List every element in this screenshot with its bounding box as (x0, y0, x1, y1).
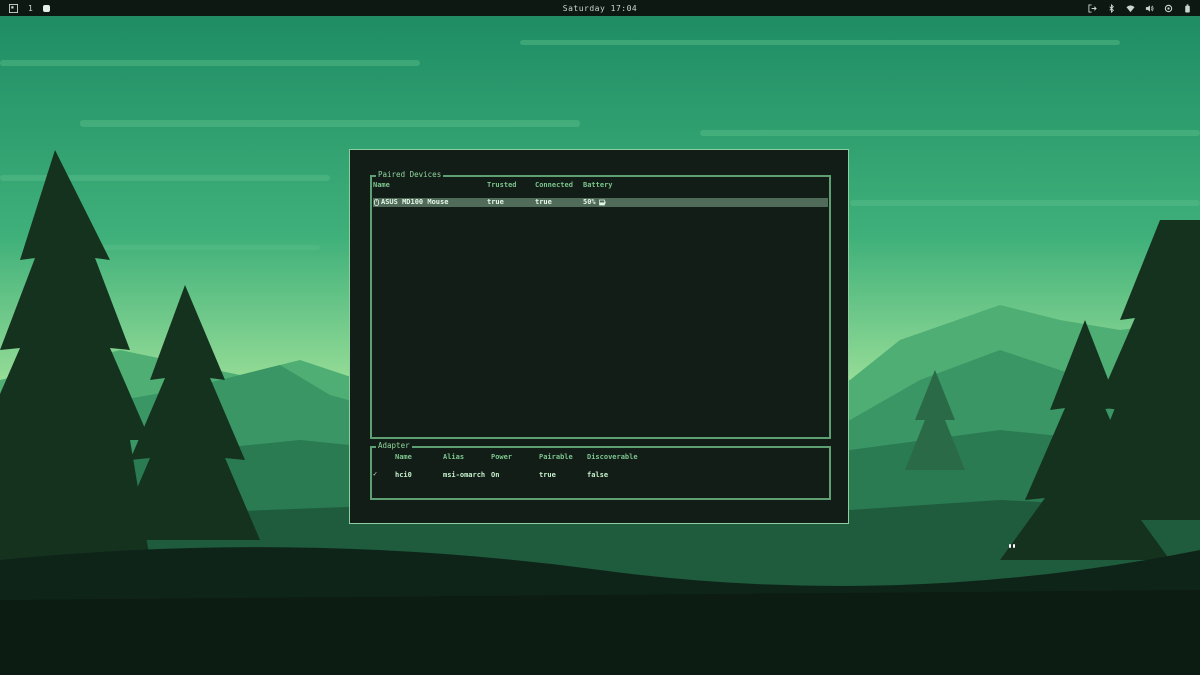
adapter-alias: msi-omarch (443, 471, 486, 479)
adapter-active-check: ✓ (373, 470, 378, 478)
adapter-header-discoverable: Discoverable (587, 453, 638, 461)
adapter-header-name: Name (395, 453, 412, 461)
adapter-discoverable: false (587, 471, 609, 479)
adapter-pairable: true (539, 471, 556, 479)
bluetooth-tui-window[interactable]: Paired Devices Name Trusted Connected Ba… (349, 149, 849, 524)
device-battery: 50% (583, 198, 596, 206)
device-connected: true (535, 198, 552, 206)
adapter-header-alias: Alias (443, 453, 465, 461)
workspace-number[interactable]: 1 (28, 4, 33, 13)
filled-square-icon[interactable] (42, 4, 50, 12)
adapter-title: Adapter (376, 441, 412, 451)
paired-devices-panel: Paired Devices Name Trusted Connected Ba… (370, 170, 831, 439)
logout-icon[interactable] (1087, 3, 1097, 13)
col-header-connected: Connected (535, 181, 573, 189)
paired-devices-title: Paired Devices (376, 170, 444, 180)
adapter-name[interactable]: hci0 (395, 471, 412, 480)
mouse-icon (374, 198, 379, 206)
clock[interactable]: Saturday 17:04 (563, 4, 637, 13)
grid-logo-icon[interactable] (8, 3, 18, 13)
col-header-trusted: Trusted (487, 181, 517, 189)
device-trusted: true (487, 198, 504, 206)
device-row-selected[interactable]: ASUS MD100 Mouse true true 50% (373, 198, 828, 207)
settings-icon[interactable] (1163, 3, 1173, 13)
adapter-panel: Adapter Name Alias Power Pairable Discov… (370, 441, 831, 500)
bluetooth-icon[interactable] (1106, 3, 1116, 13)
wifi-icon[interactable] (1125, 3, 1135, 13)
creature-eyes-decoration (1009, 544, 1017, 549)
battery-icon[interactable] (1182, 3, 1192, 13)
battery-half-icon (598, 199, 606, 205)
top-bar: 1 Saturday 17:04 (0, 0, 1200, 16)
device-name: ASUS MD100 Mouse (381, 198, 449, 206)
volume-icon[interactable] (1144, 3, 1154, 13)
col-header-name: Name (373, 181, 390, 189)
adapter-header-pairable: Pairable (539, 453, 573, 461)
adapter-power: On (491, 471, 500, 479)
col-header-battery: Battery (583, 181, 613, 189)
adapter-header-power: Power (491, 453, 513, 461)
